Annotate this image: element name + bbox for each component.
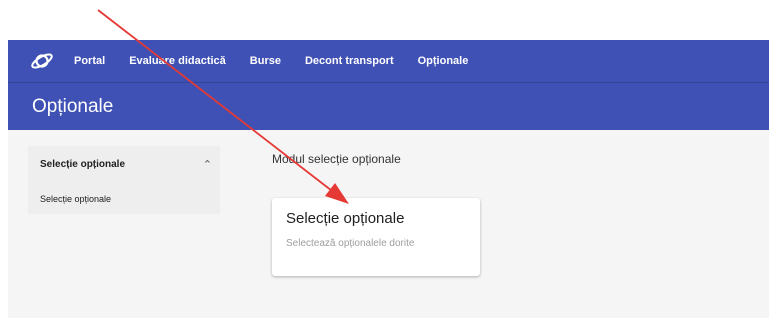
nav-link-decont-transport[interactable]: Decont transport (305, 55, 394, 67)
page-title: Opționale (32, 96, 114, 117)
sidebar-item-selectie-optionale[interactable]: Selecție opționale (40, 194, 111, 204)
card-title: Selecție opționale (286, 210, 405, 227)
module-heading: Modul selecție opționale (272, 152, 401, 166)
sidebar-section-title: Selecție opționale (40, 159, 126, 170)
nav-link-burse[interactable]: Burse (250, 55, 281, 67)
card-subtitle: Selectează opționalele dorite (286, 238, 415, 249)
chevron-up-icon[interactable]: ⌃ (203, 158, 212, 171)
nav-link-optionale[interactable]: Opționale (418, 55, 469, 67)
sidebar-panel: Selecție opționale ⌃ Selecție opționale (28, 146, 220, 214)
selectie-optionale-card[interactable]: Selecție opționale Selectează opționalel… (272, 198, 480, 276)
planet-logo-icon[interactable] (30, 49, 54, 73)
nav-link-portal[interactable]: Portal (74, 55, 105, 67)
nav-link-evaluare-didactica[interactable]: Evaluare didactică (129, 55, 226, 67)
page-title-bar: Opționale (8, 82, 769, 131)
sidebar-section-header[interactable]: Selecție opționale ⌃ (40, 158, 212, 171)
top-nav-bar: Portal Evaluare didactică Burse Decont t… (8, 40, 769, 82)
